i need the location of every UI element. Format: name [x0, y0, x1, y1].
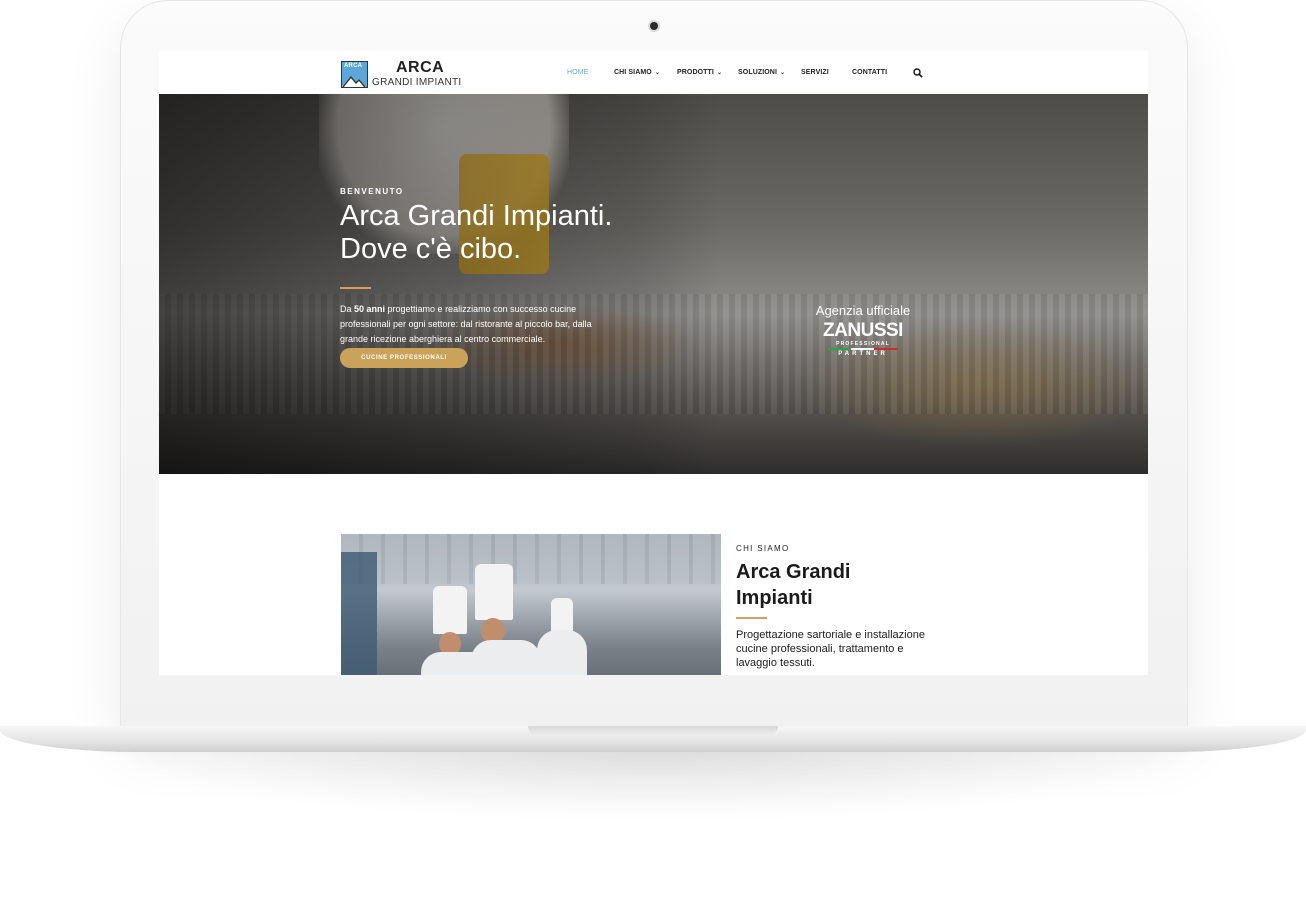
about-photo-chefs: [341, 534, 721, 675]
about-divider: [736, 617, 767, 619]
about-photo-hat: [475, 564, 513, 620]
laptop-mockup: ARCA ARCA GRANDI IMPIANTI HOME CHI SIAMO…: [0, 0, 1306, 900]
hero-overlay: [159, 94, 719, 474]
about-description: Progettazione sartoriale e installazione…: [736, 629, 925, 669]
partner-stripe: [828, 348, 898, 350]
about-photo-hat: [433, 586, 467, 634]
nav-item-chi-siamo[interactable]: CHI SIAMO ⌄: [614, 69, 660, 76]
chevron-down-icon: ⌄: [716, 70, 723, 76]
hero-title-line-2: Dove c'è cibo.: [340, 233, 522, 265]
laptop-notch: [528, 726, 778, 736]
hero-eyebrow: BENVENUTO: [340, 187, 404, 196]
logo-mark-text: ARCA: [344, 63, 363, 69]
about-photo-hat: [551, 598, 573, 632]
floor-shadow: [110, 752, 1196, 822]
nav-item-label: CONTATTI: [852, 69, 888, 76]
about-photo-coat: [471, 640, 541, 675]
about-photo-hood: [341, 534, 721, 584]
search-icon[interactable]: [913, 68, 923, 78]
zanussi-partner-badge: Agenzia ufficiale ZANUSSI PROFESSIONAL P…: [803, 303, 923, 357]
partner-brand: ZANUSSI: [823, 320, 903, 341]
nav-item-home[interactable]: HOME: [567, 69, 588, 76]
about-title-line-2: Impianti: [736, 587, 813, 609]
agency-label: Agenzia ufficiale: [815, 303, 911, 318]
cucine-professionali-button[interactable]: CUCINE PROFESSIONALI: [340, 348, 468, 368]
about-eyebrow: CHI SIAMO: [736, 544, 790, 553]
hero-banner: BENVENUTO Arca Grandi Impianti. Dove c'è…: [159, 94, 1148, 474]
chevron-down-icon: ⌄: [654, 70, 660, 76]
hero-title: Arca Grandi Impianti. Dove c'è cibo.: [340, 200, 740, 266]
nav-item-label: SERVIZI: [801, 69, 829, 76]
site-logo[interactable]: ARCA ARCA GRANDI IMPIANTI: [341, 59, 481, 90]
nav-item-contatti[interactable]: CONTATTI: [852, 69, 887, 76]
about-photo-coat: [537, 630, 587, 675]
nav-item-servizi[interactable]: SERVIZI: [801, 69, 829, 76]
logo-title: ARCA: [396, 59, 445, 76]
partner-sub: PROFESSIONAL: [836, 341, 890, 347]
nav-item-label: PRODOTTI: [677, 69, 714, 76]
mountain-icon: [342, 75, 366, 87]
hero-divider: [340, 287, 371, 289]
about-photo-shelf: [341, 552, 377, 675]
hero-description: Da 50 anni progettiamo e realizziamo con…: [340, 302, 610, 347]
nav-item-label: CHI SIAMO: [614, 69, 652, 76]
nav-item-soluzioni[interactable]: SOLUZIONI ⌄: [738, 69, 785, 76]
nav-item-label: HOME: [567, 69, 589, 76]
partner-tag: PARTNER: [838, 351, 888, 357]
about-title: Arca Grandi Impianti: [736, 559, 936, 611]
website-screen: ARCA ARCA GRANDI IMPIANTI HOME CHI SIAMO…: [159, 51, 1148, 675]
logo-subtitle: GRANDI IMPIANTI: [372, 77, 462, 88]
camera-icon: [650, 22, 658, 30]
nav-item-label: SOLUZIONI: [738, 69, 778, 76]
hero-text-prefix: Da: [340, 304, 355, 314]
site-header: ARCA ARCA GRANDI IMPIANTI HOME CHI SIAMO…: [159, 51, 1148, 94]
logo-mark-icon: ARCA: [341, 61, 368, 88]
hero-text-highlight: 50 anni: [354, 304, 386, 314]
about-title-line-1: Arca Grandi: [736, 561, 851, 583]
nav-item-prodotti[interactable]: PRODOTTI ⌄: [677, 69, 722, 76]
chevron-down-icon: ⌄: [780, 70, 786, 76]
hero-title-line-1: Arca Grandi Impianti.: [340, 200, 613, 232]
